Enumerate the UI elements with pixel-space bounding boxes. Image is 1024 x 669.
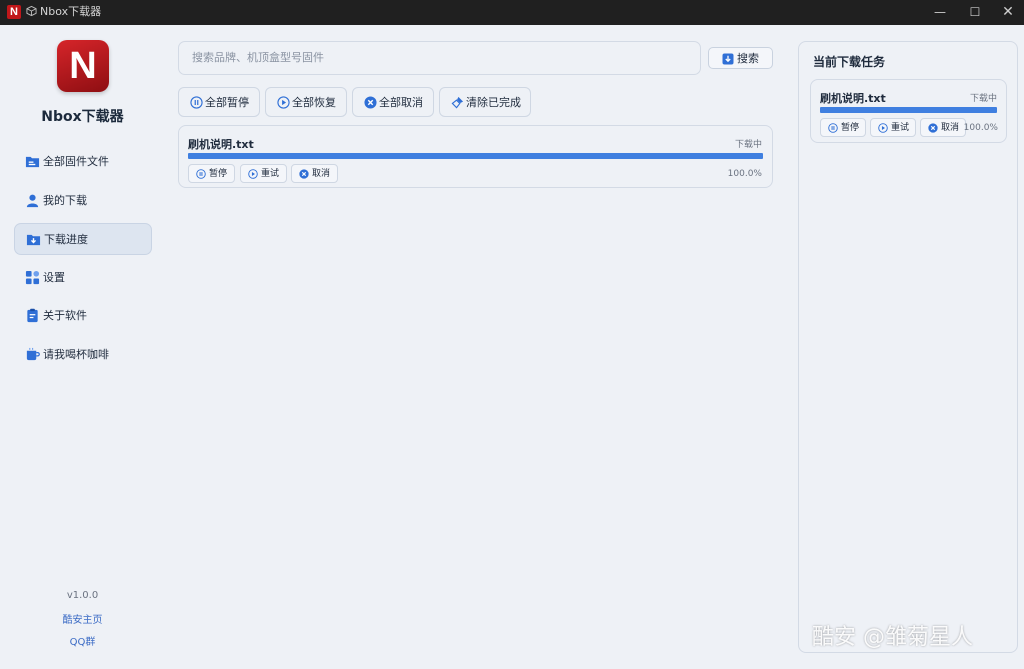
search-button-label: 搜索 — [737, 52, 759, 65]
user-icon — [26, 194, 39, 208]
search-input[interactable]: 搜索品牌、机顶盒型号固件 — [178, 41, 701, 75]
sidebar-item-label: 全部固件文件 — [43, 155, 109, 168]
sidebar-item-label: 下载进度 — [44, 233, 88, 246]
resume-all-label: 全部恢复 — [292, 96, 336, 109]
settings-grid-icon — [25, 270, 40, 285]
task-progress-bar — [188, 153, 763, 159]
task-cancel-button[interactable]: 取消 — [291, 164, 338, 183]
resume-all-button[interactable]: 全部恢复 — [265, 87, 347, 117]
task-retry-label: 重试 — [891, 123, 910, 133]
cancel-circle-icon — [928, 123, 938, 133]
cancel-circle-icon — [299, 169, 309, 179]
minimize-button[interactable]: — — [922, 0, 958, 25]
clear-completed-label: 清除已完成 — [466, 96, 521, 109]
task-name: 刷机说明.txt — [820, 92, 886, 105]
qq-group-link[interactable]: QQ群 — [0, 633, 165, 648]
current-tasks-title: 当前下载任务 — [813, 55, 886, 69]
folder-list-icon — [25, 156, 40, 168]
task-retry-label: 重试 — [261, 169, 280, 179]
sidebar-item-settings[interactable]: 设置 — [14, 262, 152, 294]
window-titlebar: N Nbox下载器 — ☐ ✕ — [0, 0, 1024, 25]
clear-completed-button[interactable]: 清除已完成 — [439, 87, 531, 117]
current-task-card: 刷机说明.txt 下载中 暂停 重试 取消 100.0% — [810, 79, 1007, 143]
cancel-all-label: 全部取消 — [379, 96, 423, 109]
download-box-icon — [26, 234, 41, 246]
sidebar-item-label: 关于软件 — [43, 309, 87, 322]
sidebar-item-label: 设置 — [43, 271, 65, 284]
sidebar-item-coffee[interactable]: 请我喝杯咖啡 — [14, 339, 152, 371]
sidebar-item-download-progress[interactable]: 下载进度 — [14, 223, 152, 255]
task-name: 刷机说明.txt — [188, 138, 254, 151]
nbox-logo: N — [57, 40, 109, 92]
task-pause-button[interactable]: 暂停 — [820, 118, 866, 137]
task-pause-button[interactable]: 暂停 — [188, 164, 235, 183]
task-progress-bar — [820, 107, 997, 113]
task-retry-button[interactable]: 重试 — [240, 164, 287, 183]
sidebar-item-label: 我的下载 — [43, 194, 87, 207]
pause-circle-icon — [196, 169, 206, 179]
sidebar: N Nbox下载器 全部固件文件 我的下载 下载进度 设置 关于软件 请我喝杯咖… — [0, 25, 165, 669]
watermark-text: 酷安 @雏菊星人 — [812, 625, 973, 650]
current-tasks-panel: 当前下载任务 刷机说明.txt 下载中 暂停 重试 取消 100.0% — [798, 41, 1018, 653]
play-circle-icon — [248, 169, 258, 179]
download-icon — [722, 53, 734, 65]
search-button[interactable]: 搜索 — [708, 47, 773, 69]
task-cancel-button[interactable]: 取消 — [920, 118, 966, 137]
broom-icon — [451, 96, 464, 109]
app-name: Nbox下载器 — [41, 109, 124, 125]
play-circle-icon — [878, 123, 888, 133]
sidebar-item-about[interactable]: 关于软件 — [14, 300, 152, 332]
task-progress-percent: 100.0% — [963, 123, 998, 133]
close-button[interactable]: ✕ — [990, 0, 1024, 25]
window-title: Nbox下载器 — [40, 5, 102, 18]
task-card: 刷机说明.txt 下载中 暂停 重试 取消 100.0% — [178, 125, 773, 188]
pause-circle-icon — [190, 96, 203, 109]
task-pause-label: 暂停 — [209, 169, 228, 179]
sidebar-item-all-firmware[interactable]: 全部固件文件 — [14, 146, 152, 178]
task-progress-fill — [820, 107, 997, 113]
sidebar-item-my-downloads[interactable]: 我的下载 — [14, 185, 152, 217]
task-pause-label: 暂停 — [841, 123, 860, 133]
cancel-circle-icon — [364, 96, 377, 109]
nbox-logo-letter: N — [69, 45, 97, 87]
app-window: N Nbox下载器 全部固件文件 我的下载 下载进度 设置 关于软件 请我喝杯咖… — [0, 25, 1024, 669]
homepage-link[interactable]: 酷安主页 — [0, 611, 165, 626]
task-cancel-label: 取消 — [312, 169, 331, 179]
cancel-all-button[interactable]: 全部取消 — [352, 87, 434, 117]
version-label: v1.0.0 — [66, 590, 99, 601]
pause-circle-icon — [828, 123, 838, 133]
task-status: 下载中 — [734, 140, 762, 150]
pause-all-label: 全部暂停 — [205, 96, 249, 109]
play-circle-icon — [277, 96, 290, 109]
pause-all-button[interactable]: 全部暂停 — [178, 87, 260, 117]
task-progress-percent: 100.0% — [727, 169, 762, 179]
coffee-icon — [26, 347, 40, 361]
cube-icon — [26, 5, 37, 17]
clipboard-icon — [27, 308, 38, 323]
task-retry-button[interactable]: 重试 — [870, 118, 916, 137]
maximize-button[interactable]: ☐ — [957, 0, 993, 25]
task-status: 下载中 — [969, 94, 997, 104]
app-logo-icon: N — [7, 5, 21, 19]
task-cancel-label: 取消 — [941, 123, 960, 133]
task-progress-fill — [188, 153, 763, 159]
sidebar-item-label: 请我喝杯咖啡 — [43, 348, 109, 361]
